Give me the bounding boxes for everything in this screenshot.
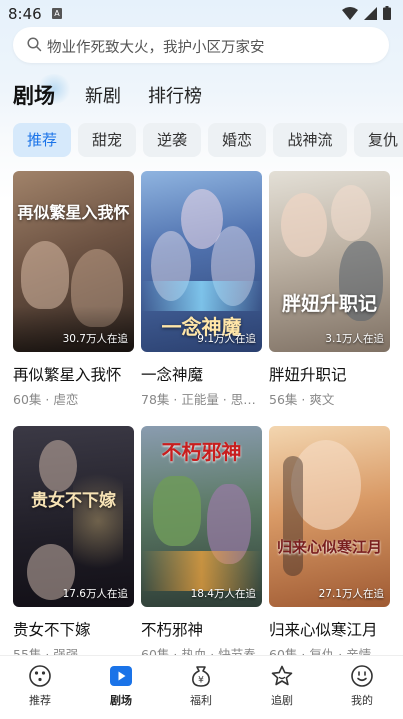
chip-revenge[interactable]: 复仇	[354, 123, 403, 157]
status-time: 8:46	[8, 5, 42, 23]
watching-count: 30.7万人在追	[62, 333, 128, 345]
chip-sweet-romance[interactable]: 甜宠	[78, 123, 136, 157]
chip-war-god[interactable]: 战神流	[273, 123, 347, 157]
nav-label: 推荐	[29, 694, 51, 707]
nav-mine[interactable]: 我的	[332, 664, 392, 708]
nav-label: 剧场	[110, 694, 132, 707]
watching-count: 17.6万人在追	[62, 588, 128, 600]
smile-icon	[351, 665, 373, 687]
poster-image: 一念神魔 9.1万人在追	[141, 171, 262, 352]
search-icon	[27, 37, 42, 52]
poster-image: 贵女不下嫁 17.6万人在追	[13, 426, 134, 607]
drama-title: 不朽邪神	[141, 621, 204, 639]
watching-count: 9.1万人在追	[197, 333, 256, 345]
watching-count: 3.1万人在追	[325, 333, 384, 345]
poster-title-text: 再似繁星入我怀	[17, 203, 130, 222]
play-icon	[110, 666, 132, 686]
status-icons	[342, 6, 391, 20]
nav-theater[interactable]: 剧场	[91, 664, 151, 708]
drama-title: 一念神魔	[141, 366, 204, 384]
tab-ranking[interactable]: 排行榜	[148, 82, 202, 108]
poster-title-text: 贵女不下嫁	[31, 491, 116, 511]
poster-image: 胖妞升职记 3.1万人在追	[269, 171, 390, 352]
poster-title-text: 归来心似寒江月	[276, 538, 382, 556]
drama-title: 再似繁星入我怀	[13, 366, 122, 384]
poster-title-text: 胖妞升职记	[281, 293, 377, 315]
drama-title: 胖妞升职记	[269, 366, 347, 384]
compass-icon	[29, 665, 51, 687]
tab-theater[interactable]: 剧场	[13, 80, 55, 110]
watching-count: 27.1万人在追	[318, 588, 384, 600]
poster-image: 不朽邪神 18.4万人在追	[141, 426, 262, 607]
drama-title: 贵女不下嫁	[13, 621, 91, 639]
signal-icon	[364, 6, 377, 20]
nav-label: 我的	[351, 694, 373, 707]
drama-meta: 78集 · 正能量 · 思…	[141, 392, 256, 407]
notification-a-icon: A	[52, 8, 62, 19]
nav-recommend[interactable]: 推荐	[10, 664, 70, 708]
drama-meta: 60集 · 虐恋	[13, 392, 79, 407]
search-placeholder: 物业作死致大火，我护小区万家安	[47, 40, 265, 56]
nav-follow[interactable]: 追剧	[252, 664, 312, 708]
nav-label: 福利	[190, 694, 212, 707]
wifi-icon	[342, 6, 358, 20]
nav-welfare[interactable]: ¥ 福利	[171, 664, 231, 708]
tab-new-drama[interactable]: 新剧	[85, 82, 121, 108]
chip-comeback[interactable]: 逆袭	[143, 123, 201, 157]
battery-icon	[383, 6, 391, 20]
poster-image: 归来心似寒江月 27.1万人在追	[269, 426, 390, 607]
poster-title-text: 不朽邪神	[161, 440, 242, 464]
nav-label: 追剧	[271, 694, 293, 707]
svg-text:¥: ¥	[198, 676, 204, 686]
watching-count: 18.4万人在追	[190, 588, 256, 600]
drama-title: 归来心似寒江月	[269, 621, 378, 639]
money-bag-icon: ¥	[192, 666, 210, 687]
category-chips: 推荐 甜宠 逆袭 婚恋 战神流 复仇	[0, 123, 403, 157]
search-bar[interactable]: 物业作死致大火，我护小区万家安	[13, 27, 389, 63]
star-icon	[271, 665, 293, 686]
chip-marriage[interactable]: 婚恋	[208, 123, 266, 157]
top-tabs: 剧场 新剧 排行榜	[0, 74, 403, 114]
poster-image: 再似繁星入我怀 30.7万人在追	[13, 171, 134, 352]
chip-recommend[interactable]: 推荐	[13, 123, 71, 157]
bottom-nav: 推荐 剧场 ¥ 福利 追剧 我的	[0, 655, 403, 719]
status-bar: 8:46 A	[0, 0, 403, 28]
drama-meta: 56集 · 爽文	[269, 392, 335, 407]
